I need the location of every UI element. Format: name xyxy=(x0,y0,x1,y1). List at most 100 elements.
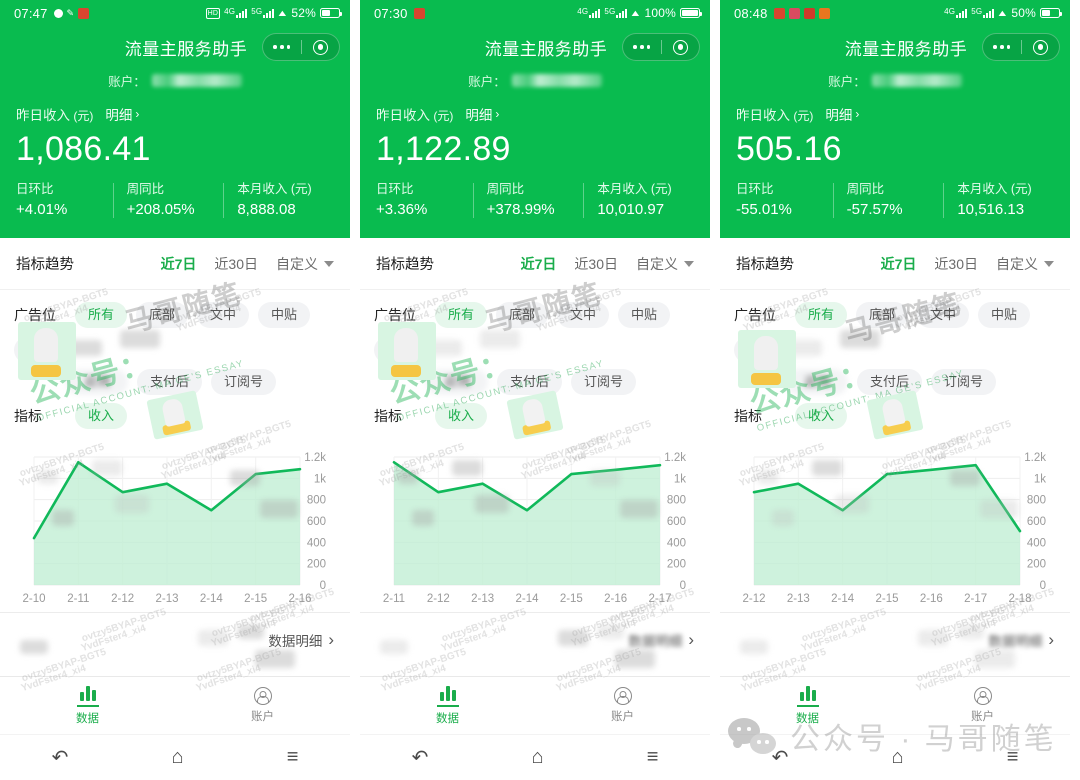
ad-slot-chip-中贴[interactable]: 中贴 xyxy=(618,302,670,328)
close-target-icon[interactable] xyxy=(302,40,340,55)
y-tick-label: 400 xyxy=(1027,537,1046,549)
trend-tabs: 近7日 近30日 自定义 xyxy=(881,254,1054,274)
trend-tab-近30日[interactable]: 近30日 xyxy=(934,254,978,274)
stat-label: 本月收入 (元) xyxy=(957,180,1048,199)
x-tick-label: 2-12 xyxy=(111,593,134,605)
stats-row: 日环比 +3.36% 周同比 +378.99% 本月收入 (元) 10,010.97 xyxy=(360,174,710,221)
chevron-down-icon xyxy=(1044,261,1054,267)
income-detail-link[interactable]: 明细 › xyxy=(465,104,499,124)
wechat-capsule[interactable] xyxy=(982,33,1060,61)
redaction-blur xyxy=(918,630,948,646)
trend-title: 指标趋势 xyxy=(16,253,74,274)
redaction-blur xyxy=(958,625,984,639)
y-tick-label: 200 xyxy=(667,559,686,571)
data-detail-row[interactable]: 数据明细 › xyxy=(720,613,1070,663)
income-detail-link[interactable]: 明细 › xyxy=(825,104,859,124)
x-tick-label: 2-16 xyxy=(604,593,627,605)
notification-badge-icon xyxy=(78,8,89,19)
redaction-blur xyxy=(598,625,624,639)
stat-item-1: 日环比 -55.01% xyxy=(736,180,833,221)
trend-tab-自定义[interactable]: 自定义 xyxy=(276,254,334,274)
redaction-blur xyxy=(230,470,260,486)
stat-label: 日环比 xyxy=(376,180,467,199)
ad-slot-chip-订阅号[interactable]: 订阅号 xyxy=(571,369,636,395)
x-tick-label: 2-16 xyxy=(920,593,943,605)
wechat-capsule[interactable] xyxy=(262,33,340,61)
wechat-small-icon: ✎ xyxy=(67,9,75,18)
metric-chip-收入[interactable]: 收入 xyxy=(75,403,127,429)
x-tick-label: 2-11 xyxy=(67,593,89,605)
trend-tab-近7日[interactable]: 近7日 xyxy=(521,254,557,274)
chevron-right-icon: › xyxy=(328,630,334,650)
stat-item-1: 日环比 +4.01% xyxy=(16,180,113,221)
metric-chip-收入[interactable]: 收入 xyxy=(435,403,487,429)
notification-badge-icon xyxy=(804,8,815,19)
redaction-blur xyxy=(238,625,264,639)
ad-slot-chip-订阅号[interactable]: 订阅号 xyxy=(211,369,276,395)
account-label: 账户： xyxy=(468,71,506,90)
home-key-icon[interactable]: ⌂ xyxy=(172,746,184,769)
income-block: 昨日收入 (元) 明细 › 505.16 xyxy=(720,92,1070,172)
trend-tab-自定义[interactable]: 自定义 xyxy=(996,254,1054,274)
account-label: 账户： xyxy=(828,71,866,90)
redaction-blur xyxy=(590,470,620,486)
trend-tab-近7日[interactable]: 近7日 xyxy=(881,254,917,274)
income-value: 1,122.89 xyxy=(376,126,694,172)
trend-tab-近30日[interactable]: 近30日 xyxy=(214,254,258,274)
trend-tab-label: 近7日 xyxy=(521,256,557,272)
income-label: 昨日收入 (元) xyxy=(376,104,453,124)
chevron-right-icon: › xyxy=(495,107,499,121)
stat-label: 本月收入 (元) xyxy=(237,180,328,199)
y-tick-label: 800 xyxy=(1027,495,1046,507)
y-tick-label: 200 xyxy=(307,559,326,571)
more-icon[interactable] xyxy=(623,45,661,49)
close-target-icon[interactable] xyxy=(1022,40,1060,55)
ad-slot-chip-中贴[interactable]: 中贴 xyxy=(978,302,1030,328)
signal-icon: 4G xyxy=(944,9,967,18)
x-tick-label: 2-14 xyxy=(831,593,855,605)
chart-bars-icon xyxy=(800,685,816,701)
close-target-icon[interactable] xyxy=(662,40,700,55)
metric-label: 指标 xyxy=(14,406,66,426)
notification-badge-icon xyxy=(789,8,800,19)
ad-slot-chip-中贴[interactable]: 中贴 xyxy=(258,302,310,328)
phone-screen-1: 07:47 ✎ HD 4G 5G ▲ 52% 流量主服务助手 账户： 昨日收入 (元) 明细 › 1,0… xyxy=(0,0,350,780)
account-row: 账户： xyxy=(360,68,710,92)
data-detail-row[interactable]: 数据明细 › xyxy=(0,613,350,663)
redaction-blur xyxy=(620,500,658,518)
system-nav-bar: ↶ ⌂ ≡ xyxy=(0,734,350,780)
menu-key-icon[interactable]: ≡ xyxy=(647,746,659,769)
stat-value: +3.36% xyxy=(376,199,467,221)
menu-key-icon[interactable]: ≡ xyxy=(287,746,299,769)
trend-tab-近30日[interactable]: 近30日 xyxy=(574,254,618,274)
back-key-icon[interactable]: ↶ xyxy=(52,745,69,770)
home-key-icon[interactable]: ⌂ xyxy=(532,746,544,769)
income-unit: (元) xyxy=(430,109,453,123)
trend-header: 指标趋势 近7日 近30日 自定义 xyxy=(0,238,350,290)
trend-tab-label: 近30日 xyxy=(214,256,258,272)
more-icon[interactable] xyxy=(983,45,1021,49)
metric-chip-收入[interactable]: 收入 xyxy=(795,403,847,429)
redaction-blur xyxy=(398,470,418,484)
wifi-icon: ▲ xyxy=(276,8,289,18)
battery-icon xyxy=(1040,8,1060,18)
stat-value: -57.57% xyxy=(847,199,938,221)
income-detail-link[interactable]: 明细 › xyxy=(105,104,139,124)
trend-tab-近7日[interactable]: 近7日 xyxy=(161,254,197,274)
redaction-blur xyxy=(772,510,794,526)
hd-icon: HD xyxy=(206,8,221,19)
ad-slot-chip-订阅号[interactable]: 订阅号 xyxy=(931,369,996,395)
system-nav-bar: ↶ ⌂ ≡ xyxy=(360,734,710,780)
stat-value: +4.01% xyxy=(16,199,107,221)
stat-value: -55.01% xyxy=(736,199,827,221)
watermark-sticker xyxy=(738,330,796,388)
income-label-text: 昨日收入 xyxy=(16,108,70,123)
wechat-capsule[interactable] xyxy=(622,33,700,61)
redaction-blur xyxy=(840,330,880,348)
trend-tab-自定义[interactable]: 自定义 xyxy=(636,254,694,274)
back-key-icon[interactable]: ↶ xyxy=(412,745,429,770)
redaction-blur xyxy=(615,650,655,668)
data-detail-row[interactable]: 数据明细 › xyxy=(360,613,710,663)
x-tick-label: 2-15 xyxy=(244,593,267,605)
more-icon[interactable] xyxy=(263,45,301,49)
